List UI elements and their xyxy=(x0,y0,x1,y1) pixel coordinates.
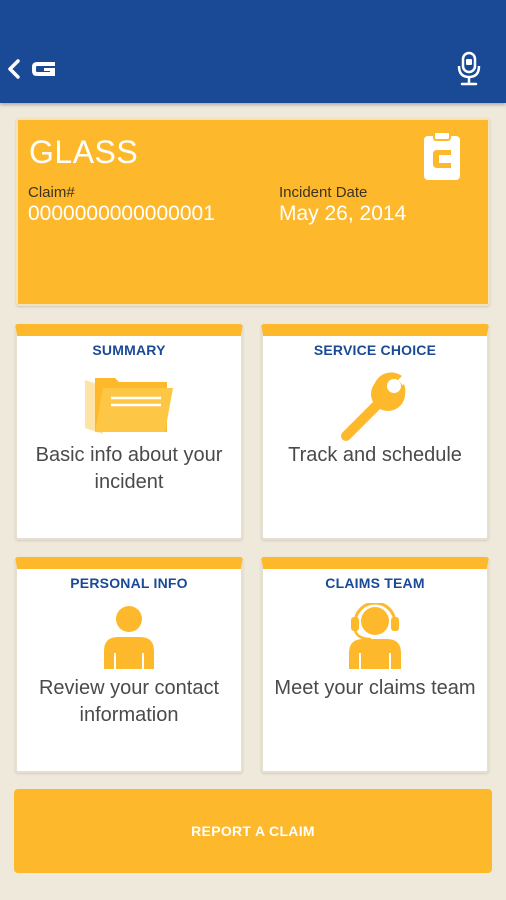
claim-number-label: Claim# xyxy=(28,184,75,201)
claim-type: GLASS xyxy=(29,134,139,170)
voice-search-button[interactable] xyxy=(454,51,484,87)
incident-date-label: Incident Date xyxy=(279,184,368,201)
tile-summary-description: Basic info about your incident xyxy=(35,444,223,493)
person-icon xyxy=(104,606,154,669)
tile-claims-team-description: Meet your claims team xyxy=(274,677,476,699)
back-button[interactable] xyxy=(6,52,68,86)
tile-personal-info-description: Review your contact information xyxy=(38,677,220,726)
headset-agent-icon xyxy=(349,603,401,669)
folder-icon xyxy=(85,378,173,434)
microphone-icon xyxy=(457,51,481,86)
tile-service-choice[interactable]: SERVICE CHOICE Track and schedule xyxy=(261,324,489,540)
tile-claims-team-title: CLAIMS TEAM xyxy=(325,575,425,591)
claim-card[interactable]: GLASS Claim# 0000000000000001 Incident D… xyxy=(16,118,490,306)
tile-personal-info-title: PERSONAL INFO xyxy=(70,575,188,591)
app-logo xyxy=(32,62,55,76)
chevron-left-icon xyxy=(8,59,20,79)
wrench-icon xyxy=(341,372,406,441)
clipboard-icon xyxy=(424,131,460,180)
tile-summary-title: SUMMARY xyxy=(92,342,166,358)
tile-summary[interactable]: SUMMARY Basic info about your incident xyxy=(15,324,243,540)
tile-service-choice-title: SERVICE CHOICE xyxy=(313,342,437,358)
tile-claims-team[interactable]: CLAIMS TEAM Meet your claims team xyxy=(261,557,489,773)
report-claim-button[interactable]: REPORT A CLAIM xyxy=(14,789,492,873)
tile-service-choice-description: Track and schedule xyxy=(288,444,462,466)
tile-personal-info[interactable]: PERSONAL INFO Review your contact inform… xyxy=(15,557,243,773)
incident-date: May 26, 2014 xyxy=(279,202,407,225)
app-header xyxy=(0,0,506,103)
claim-number: 0000000000000001 xyxy=(28,202,215,225)
